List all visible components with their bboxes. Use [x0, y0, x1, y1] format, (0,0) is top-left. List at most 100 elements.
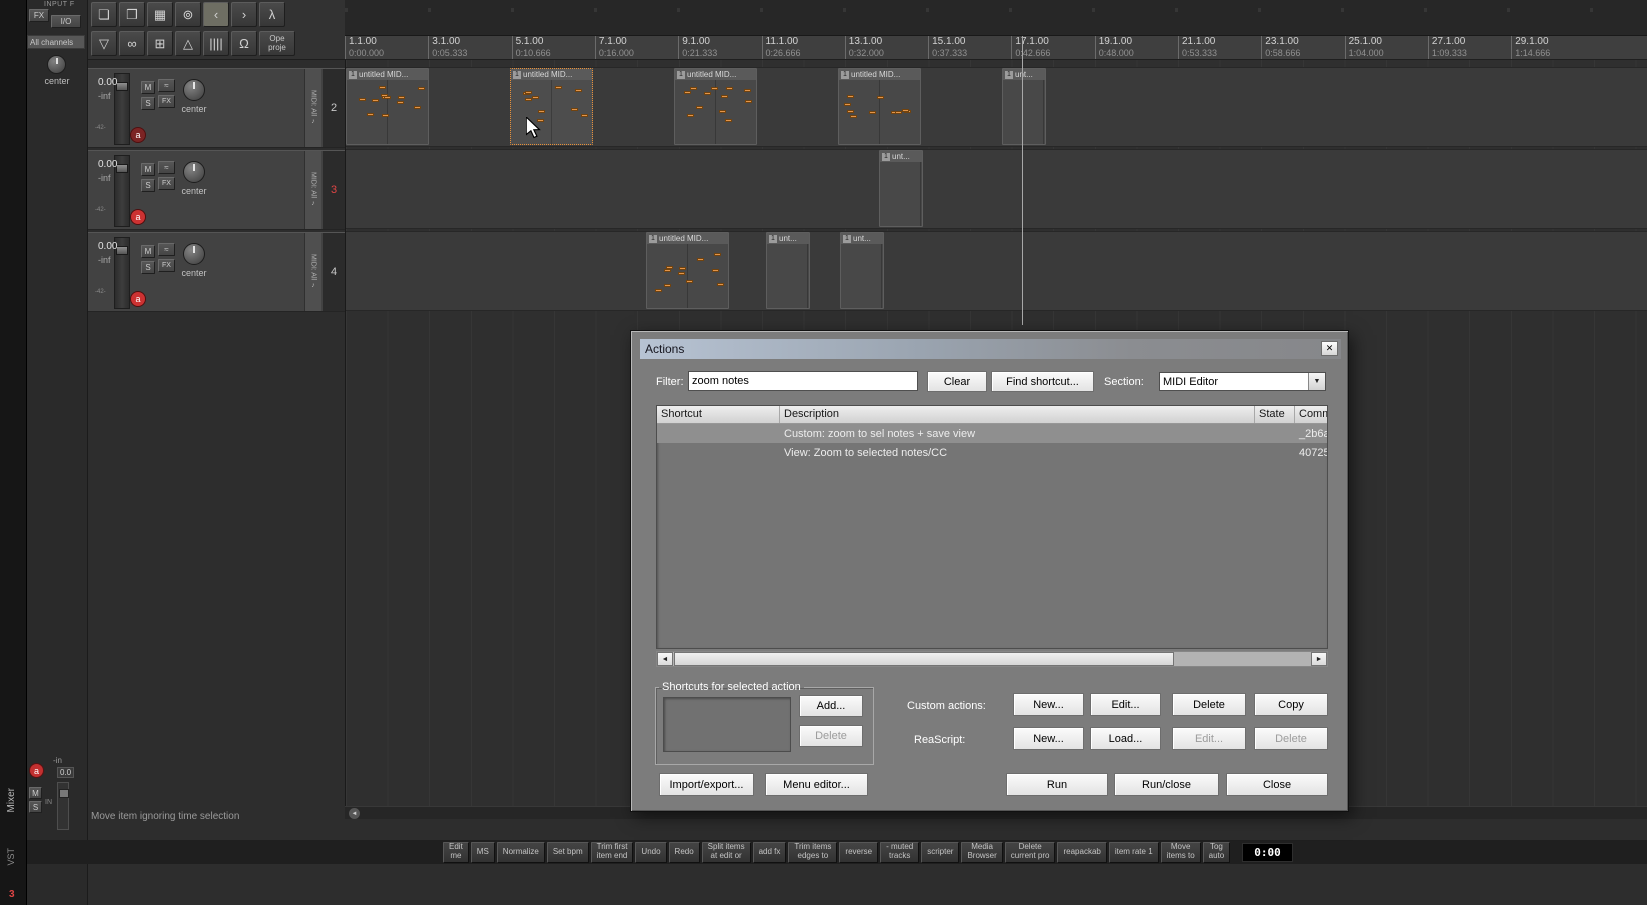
add-shortcut-button[interactable]: Add... [799, 695, 863, 717]
action-row[interactable]: Custom: zoom to sel notes + save view _2b… [657, 424, 1327, 443]
toolbar-button-tog-auto[interactable]: Tog auto [1202, 841, 1231, 863]
find-shortcut-button[interactable]: Find shortcut... [991, 371, 1094, 392]
grid-settings-button[interactable]: ⊞ [147, 31, 173, 56]
reascript-new-button[interactable]: New... [1013, 727, 1084, 750]
fader-handle[interactable] [116, 246, 128, 255]
save-project-button[interactable]: ▦ [147, 2, 173, 27]
close-button[interactable]: Close [1226, 773, 1328, 796]
snap-magnet-button[interactable]: Ω [231, 31, 257, 56]
toolbar-button-muted-tracks[interactable]: - muted tracks [880, 841, 920, 863]
media-item[interactable]: 1 unt... [840, 232, 884, 309]
toolbar-button-split-items-at-edit-or[interactable]: Split items at edit or [701, 841, 751, 863]
toolbar-button-undo[interactable]: Undo [635, 841, 667, 863]
project-settings-button[interactable]: ⊚ [175, 2, 201, 27]
midi-route-label[interactable]: MIDI: All ♪ [304, 233, 321, 311]
all-channels-selector[interactable]: All channels [27, 35, 85, 49]
clear-button[interactable]: Clear [927, 371, 987, 392]
open-project-button[interactable]: ❒ [119, 2, 145, 27]
action-list[interactable]: ShortcutDescriptionStateComm Custom: zoo… [656, 405, 1328, 649]
dialog-titlebar[interactable]: Actions ✕ [640, 339, 1341, 359]
custom-edit-button[interactable]: Edit... [1090, 693, 1161, 716]
filter-tool-button[interactable]: ▽ [91, 31, 117, 56]
column-header-comm[interactable]: Comm [1295, 406, 1327, 423]
column-header-state[interactable]: State [1255, 406, 1295, 423]
action-list-button[interactable]: λ [259, 2, 285, 27]
edit-cursor[interactable] [1022, 36, 1023, 325]
master-pan-knob[interactable] [47, 55, 66, 74]
master-record-arm-button[interactable]: a [29, 763, 44, 778]
toolbar-button-trim-items-edges-to[interactable]: Trim items edges to [788, 841, 838, 863]
envelope-tool-button[interactable]: △ [175, 31, 201, 56]
column-header-description[interactable]: Description [780, 406, 1255, 423]
mute-button[interactable]: M [141, 245, 155, 258]
track-number[interactable]: 4 [323, 233, 345, 311]
record-arm-button[interactable]: a [130, 291, 146, 307]
scroll-right-icon[interactable]: ► [1311, 652, 1327, 666]
envelope-button[interactable]: ≈ [158, 243, 175, 256]
run-button[interactable]: Run [1006, 773, 1108, 796]
filter-input[interactable] [688, 371, 918, 391]
vst-dock-tab[interactable]: VST [6, 848, 16, 866]
run-close-button[interactable]: Run/close [1114, 773, 1219, 796]
fader-handle[interactable] [116, 82, 128, 91]
toolbar-button-add-fx[interactable]: add fx [752, 841, 787, 863]
toolbar-button-normalize[interactable]: Normalize [496, 841, 545, 863]
master-solo-button[interactable]: S [29, 801, 42, 813]
media-item[interactable]: 1 untitled MID... [674, 68, 757, 145]
fader-handle[interactable] [116, 164, 128, 173]
media-item-selected[interactable]: 1 untitled MID... [510, 68, 593, 145]
track-panel-2[interactable]: -42- 0.00 -inf a M S ≈ FX center MIDI: All ♪ 2 [88, 68, 345, 148]
toolbar-button-edit-me[interactable]: Edit me [443, 841, 469, 863]
chevron-down-icon[interactable]: ▼ [1308, 373, 1325, 390]
track-panel-4[interactable]: -42- 0.00 -inf a M S ≈ FX center MIDI: All ♪ 4 [88, 232, 345, 312]
track-panel-3[interactable]: -42- 0.00 -inf a M S ≈ FX center MIDI: All ♪ 3 [88, 150, 345, 230]
toolbar-button-redo[interactable]: Redo [668, 841, 700, 863]
snap-spacing-button[interactable]: |||| [203, 31, 229, 56]
delete-shortcut-button[interactable]: Delete [799, 725, 863, 747]
section-dropdown[interactable]: MIDI Editor ▼ [1159, 372, 1326, 391]
media-item[interactable]: 1 unt... [879, 150, 923, 227]
solo-button[interactable]: S [141, 261, 155, 274]
new-project-button[interactable]: ❏ [91, 2, 117, 27]
record-arm-button[interactable]: a [130, 209, 146, 225]
shortcut-list[interactable] [663, 697, 791, 752]
toolbar-button-scripter[interactable]: scripter [921, 841, 960, 863]
toolbar-button-trim-first-item-end[interactable]: Trim first item end [590, 841, 634, 863]
action-list-h-scrollbar[interactable]: ◄ ► [656, 651, 1328, 667]
open-project-text-button[interactable]: Ope proje [259, 31, 295, 56]
custom-delete-button[interactable]: Delete [1172, 693, 1246, 716]
toolbar-button-ms[interactable]: MS [470, 841, 495, 863]
master-mute-button[interactable]: M [29, 787, 42, 799]
master-io-button[interactable]: I/O [51, 15, 81, 28]
custom-copy-button[interactable]: Copy [1254, 693, 1328, 716]
close-icon[interactable]: ✕ [1321, 341, 1338, 356]
column-header-shortcut[interactable]: Shortcut [657, 406, 780, 423]
pan-knob[interactable] [183, 161, 205, 183]
media-item[interactable]: 1 unt... [766, 232, 810, 309]
media-item[interactable]: 1 untitled MID... [346, 68, 429, 145]
custom-new-button[interactable]: New... [1013, 693, 1084, 716]
midi-route-label[interactable]: MIDI: All ♪ [304, 151, 321, 229]
toolbar-button-delete-current-pro[interactable]: Delete current pro [1004, 841, 1056, 863]
pan-knob[interactable] [183, 79, 205, 101]
solo-button[interactable]: S [141, 179, 155, 192]
scrollbar-thumb[interactable] [674, 652, 1174, 666]
track-number[interactable]: 3 [323, 151, 345, 229]
mixer-dock-tab[interactable]: Mixer [6, 788, 17, 812]
toolbar-button-reverse[interactable]: reverse [839, 841, 879, 863]
reascript-delete-button[interactable]: Delete [1254, 727, 1328, 750]
timeline-ruler[interactable]: 1.1.00 0:00.000 3.1.00 0:05.333 5.1.00 0:10.6… [345, 36, 1647, 60]
import-export-button[interactable]: Import/export... [659, 773, 754, 796]
mute-button[interactable]: M [141, 81, 155, 94]
item-grouping-button[interactable]: ∞ [119, 31, 145, 56]
reascript-edit-button[interactable]: Edit... [1172, 727, 1246, 750]
track-number[interactable]: 2 [323, 69, 345, 147]
scroll-left-icon[interactable]: ◄ [657, 652, 673, 666]
scroll-left-icon[interactable]: ◄ [349, 808, 360, 819]
solo-button[interactable]: S [141, 97, 155, 110]
action-row[interactable]: View: Zoom to selected notes/CC 40725 [657, 443, 1327, 462]
redo-button[interactable]: › [231, 2, 257, 27]
media-item[interactable]: 1 untitled MID... [838, 68, 921, 145]
record-arm-button[interactable]: a [130, 127, 146, 143]
toolbar-button-item-rate-1[interactable]: item rate 1 [1108, 841, 1159, 863]
